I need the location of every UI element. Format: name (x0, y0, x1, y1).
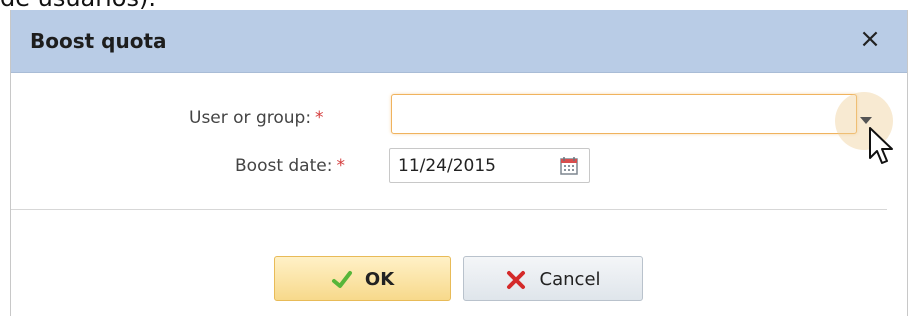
boost-date-label-row: Boost date: * (235, 155, 345, 177)
cancel-button[interactable]: Cancel (463, 256, 643, 301)
dialog-titlebar: Boost quota × (11, 10, 907, 73)
boost-date-label: Boost date: (235, 156, 333, 176)
boost-date-field[interactable]: 11/24/2015 (389, 148, 590, 183)
dialog-divider (11, 209, 887, 210)
background-cut-text: de usuarios). (0, 0, 156, 10)
screen: de usuarios). Boost quota × User or grou… (0, 0, 915, 316)
dialog-title: Boost quota (30, 29, 167, 53)
boost-quota-dialog: Boost quota × User or group: * Boost date… (10, 10, 908, 316)
close-icon[interactable]: × (855, 24, 885, 54)
ok-button[interactable]: OK (274, 256, 451, 301)
x-icon (507, 270, 526, 289)
cancel-button-content: Cancel (464, 267, 642, 292)
required-mark: * (336, 156, 345, 176)
cancel-label: Cancel (539, 268, 601, 290)
calendar-icon[interactable] (559, 156, 579, 176)
user-group-input[interactable] (391, 94, 857, 134)
user-group-label-row: User or group: * (189, 107, 324, 129)
user-group-label: User or group: (189, 108, 312, 128)
ok-label: OK (364, 268, 395, 290)
chevron-down-icon (860, 117, 872, 124)
ok-button-content: OK (275, 267, 450, 292)
check-icon (331, 270, 352, 288)
background-edge (0, 10, 10, 316)
mouse-pointer-icon (869, 127, 893, 164)
boost-date-value: 11/24/2015 (398, 156, 496, 176)
required-mark: * (315, 108, 324, 128)
